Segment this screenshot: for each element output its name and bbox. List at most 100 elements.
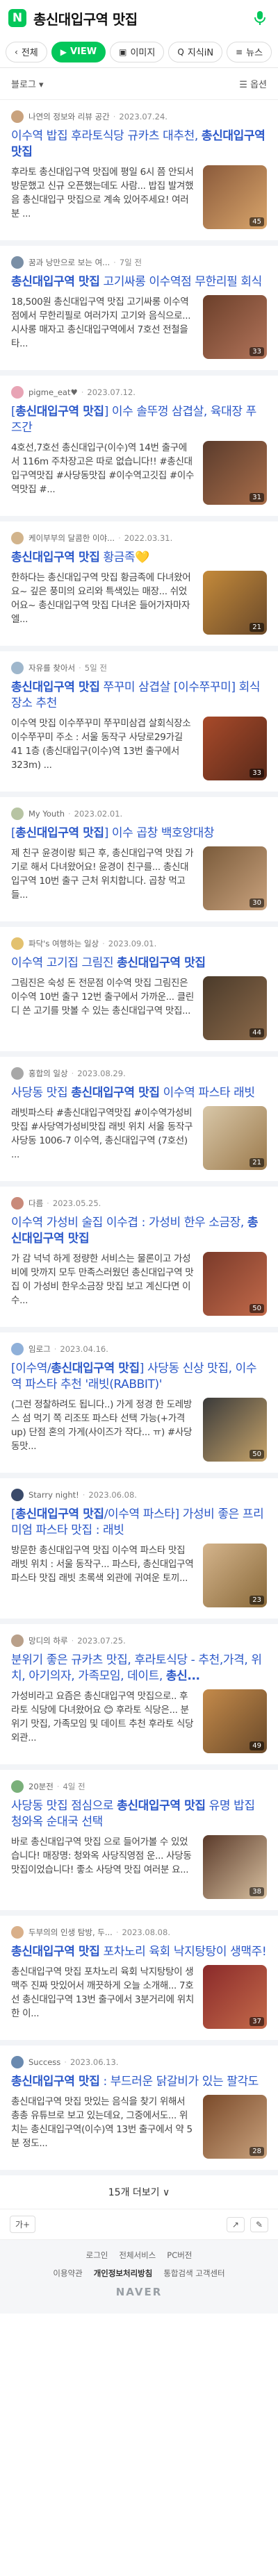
result-thumbnail[interactable]: 33 (203, 717, 267, 780)
author-avatar[interactable] (11, 256, 24, 269)
tab-지식in[interactable]: Q 지식iN (168, 41, 223, 62)
footer-link[interactable]: 로그인 (86, 2250, 108, 2261)
result-title[interactable]: 이수역 밥집 후라토식당 규카츠 대추천, 총신대입구역 맛집 (11, 128, 267, 160)
result-title[interactable]: 총신대입구역 맛집 황금족💛 (11, 550, 267, 566)
footer-link[interactable]: 전체서비스 (119, 2250, 156, 2261)
result-title[interactable]: 총신대입구역 맛집 포차노리 육회 낙지탕탕이 생맥주! (11, 1944, 267, 1960)
author-avatar[interactable] (11, 110, 24, 123)
blog-result-item[interactable]: 케이부부의 달콤한 이야... · 2022.03.31. 총신대입구역 맛집 황금족… (0, 521, 278, 651)
author-avatar[interactable] (11, 1634, 24, 1647)
result-thumbnail[interactable]: 37 (203, 1965, 267, 2029)
author-name[interactable]: Starry night! (28, 1490, 79, 1500)
result-snippet[interactable]: 바로 총신대입구역 맛집 으로 들어가볼 수 있었습니다! 매장명: 청와옥 사… (11, 1835, 195, 1891)
blog-result-item[interactable]: 꿈과 낭만으로 보는 여... · 7일 전 총신대입구역 맛집 고기싸롱 이수역점 … (0, 246, 278, 376)
author-name[interactable]: pigme_eat♥ (28, 387, 78, 397)
mic-icon[interactable] (250, 8, 270, 28)
blog-result-item[interactable]: 나연의 정보와 리뷰 공간 · 2023.07.24. 이수역 밥집 후라토식당 규카… (0, 100, 278, 246)
author-name[interactable]: 파닥's 여행하는 일상 (28, 938, 99, 949)
result-snippet[interactable]: 총신대입구역 맛집 맛있는 음식을 찾기 위해서 총총 유튜브로 보고 있는데요… (11, 2095, 195, 2150)
result-title[interactable]: 분위기 좋은 규카츠 맛집, 후라토식당 - 추천,가격, 위치, 아기의자, … (11, 1653, 267, 1684)
result-thumbnail[interactable]: 23 (203, 1544, 267, 1607)
blog-result-item[interactable]: 두부의의 인생 탐방, 두... · 2023.08.08. 총신대입구역 맛집 포차… (0, 1916, 278, 2046)
result-title[interactable]: 총신대입구역 맛집 고기싸롱 이수역점 무한리필 회식 (11, 274, 267, 290)
result-snippet[interactable]: 총신대입구역 맛집 포차노리 육회 낙지탕탕이 생맥주 진짜 맛있어서 깨끗하게… (11, 1965, 195, 2021)
result-thumbnail[interactable]: 45 (203, 165, 267, 229)
share-button[interactable]: ↗ (226, 2216, 245, 2232)
result-thumbnail[interactable]: 28 (203, 2095, 267, 2159)
result-title[interactable]: [총신대입구역 맛집/이수역 파스타] 가성비 좋은 프리미엄 파스타 맛집 :… (11, 1507, 267, 1539)
result-thumbnail[interactable]: 33 (203, 295, 267, 359)
options-button[interactable]: ☰ 옵션 (239, 77, 267, 90)
more-results-button[interactable]: 15개 더보기 ∨ (0, 2175, 278, 2209)
author-name[interactable]: 꿈과 낭만으로 보는 여... (28, 257, 110, 268)
footer-link[interactable]: 개인정보처리방침 (94, 2268, 153, 2279)
author-avatar[interactable] (11, 2056, 24, 2068)
author-avatar[interactable] (11, 386, 24, 399)
result-snippet[interactable]: 4호선,7호선 총신대입구(이수)역 14번 출구에서 116m 주차장고은 따… (11, 441, 195, 496)
result-title[interactable]: [총신대입구역 맛집] 이수 곱창 백호양대창 (11, 826, 267, 842)
result-snippet[interactable]: 후라토 총신대입구역 맛집에 평일 6시 쯤 안되서 방문했고 신규 오픈했는데… (11, 165, 195, 221)
result-title[interactable]: 사당동 맛집 총신대입구역 맛집 이수역 파스타 래빗 (11, 1085, 267, 1101)
result-snippet[interactable]: 제 친구 윤경이랑 퇴근 후, 총신대입구역 맛집 가기로 해서 다녀왔어요! … (11, 846, 195, 902)
blog-result-item[interactable]: 20분전 · 4일 전 사당동 맛집 점심으로 총신대입구역 맛집 유명 밥집 청와옥… (0, 1770, 278, 1916)
result-title[interactable]: 총신대입구역 맛집 쭈꾸미 삼겹살 [이수쭈꾸미] 회식장소 추천 (11, 680, 267, 712)
tab-이미지[interactable]: ▣ 이미지 (110, 41, 165, 62)
result-thumbnail[interactable]: 50 (203, 1398, 267, 1462)
result-snippet[interactable]: 가 감 넉넉 하게 정량한 서비스는 물론이고 가성비에 맛까지 모두 만족스러… (11, 1252, 195, 1307)
blog-result-item[interactable]: Starry night! · 2023.06.08. [총신대입구역 맛집/이수역 … (0, 1478, 278, 1624)
blog-result-item[interactable]: 망디의 하루 · 2023.07.25. 분위기 좋은 규카츠 맛집, 후라토식당 -… (0, 1624, 278, 1770)
blog-result-item[interactable]: 자유를 찾아서 · 5일 전 총신대입구역 맛집 쭈꾸미 삼겹살 [이수쭈꾸미] 회식… (0, 651, 278, 797)
result-snippet[interactable]: 18,500원 총신대입구역 맛집 고기싸롱 이수역점에서 무한리필로 여러가지… (11, 295, 195, 351)
author-name[interactable]: 케이부부의 달콤한 이야... (28, 533, 115, 544)
result-thumbnail[interactable]: 50 (203, 1252, 267, 1316)
result-thumbnail[interactable]: 44 (203, 976, 267, 1040)
blog-result-item[interactable]: 임로그 · 2023.04.16. [이수역/총신대입구역 맛집] 사당동 신상 맛집… (0, 1332, 278, 1478)
result-thumbnail[interactable]: 49 (203, 1689, 267, 1753)
result-thumbnail[interactable]: 21 (203, 1106, 267, 1170)
result-thumbnail[interactable]: 21 (203, 571, 267, 635)
result-snippet[interactable]: 가성비라고 요즘은 총신대입구역 맛집으로.. 후라토 식당에 다녀왔어요 😊 … (11, 1689, 195, 1745)
author-avatar[interactable] (11, 662, 24, 674)
edit-button[interactable]: ✎ (250, 2216, 268, 2232)
result-snippet[interactable]: 그림진은 숙성 돈 전문점 이수역 맛집 그림진은 이수역 10번 출구 12번… (11, 976, 195, 1032)
author-avatar[interactable] (11, 532, 24, 544)
result-snippet[interactable]: 한하다는 총신대입구역 맛집 황금족에 다녀왔어요~ 깊은 풍미의 요리와 특색… (11, 571, 195, 626)
author-avatar[interactable] (11, 1343, 24, 1355)
footer-link[interactable]: PC버전 (167, 2250, 192, 2261)
author-name[interactable]: 자유를 찾아서 (28, 662, 75, 674)
result-snippet[interactable]: 래빗파스타 #총신대입구역맛집 #이수역가성비맛집 #사당역가성비맛집 래빗 위… (11, 1106, 195, 1162)
author-avatar[interactable] (11, 937, 24, 950)
author-name[interactable]: 두부의의 인생 탐방, 두... (28, 1927, 113, 1938)
author-name[interactable]: 나연의 정보와 리뷰 공간 (28, 111, 110, 122)
author-name[interactable]: 망디의 하루 (28, 1635, 68, 1646)
footer-link[interactable]: 통합검색 고객센터 (163, 2268, 224, 2279)
result-title[interactable]: 총신대입구역 맛집 : 부드러운 닭갈비가 있는 팔각도 (11, 2074, 267, 2090)
author-avatar[interactable] (11, 1926, 24, 1939)
result-snippet[interactable]: 이수역 맛집 이수쭈꾸미 쭈꾸미삼겹 살회식장소 이수쭈꾸미 주소 : 서울 동… (11, 717, 195, 772)
blog-result-item[interactable]: Success · 2023.06.13. 총신대입구역 맛집 : 부드러운 닭갈비가… (0, 2046, 278, 2175)
blog-result-item[interactable]: 홍합의 일상 · 2023.08.29. 사당동 맛집 총신대입구역 맛집 이수역 파… (0, 1057, 278, 1187)
author-avatar[interactable] (11, 808, 24, 820)
result-title[interactable]: [이수역/총신대입구역 맛집] 사당동 신상 맛집, 이수역 파스타 추천 '래… (11, 1361, 267, 1393)
font-size-button[interactable]: 가+ (10, 2216, 36, 2233)
author-name[interactable]: 임로그 (28, 1344, 51, 1355)
author-name[interactable]: Success (28, 2057, 60, 2067)
result-snippet[interactable]: (그런 정찰하려도 됩니다..) 가게 정경 한 도레방스 섬 먹기 쪽 리조또… (11, 1398, 195, 1453)
author-name[interactable]: 20분전 (28, 1781, 54, 1792)
blog-result-item[interactable]: 파닥's 여행하는 일상 · 2023.09.01. 이수역 고기집 그림진 총신대입… (0, 927, 278, 1057)
result-thumbnail[interactable]: 31 (203, 441, 267, 505)
author-name[interactable]: 다름 (28, 1198, 43, 1209)
result-snippet[interactable]: 방문한 총신대입구역 맛집 이수역 파스타 맛집 래빗 위치 : 서울 동작구.… (11, 1544, 195, 1599)
blog-result-item[interactable]: My Youth · 2023.02.01. [총신대입구역 맛집] 이수 곱창 백호… (0, 797, 278, 927)
author-name[interactable]: 홍합의 일상 (28, 1068, 68, 1079)
blog-result-item[interactable]: pigme_eat♥ · 2023.07.12. [총신대입구역 맛집] 이수 솔뚜껑… (0, 376, 278, 521)
footer-link[interactable]: 이용약관 (53, 2268, 82, 2279)
search-query-text[interactable]: 총신대입구역 맛집 (33, 8, 250, 28)
author-avatar[interactable] (11, 1067, 24, 1080)
tab-view[interactable]: ▶ VIEW (51, 41, 106, 62)
author-avatar[interactable] (11, 1780, 24, 1793)
author-avatar[interactable] (11, 1197, 24, 1210)
result-thumbnail[interactable]: 38 (203, 1835, 267, 1899)
search-input[interactable]: 총신대입구역 맛집 (33, 8, 250, 28)
result-title[interactable]: [총신대입구역 맛집] 이수 솔뚜껑 삼겹살, 육대장 푸즈간 (11, 404, 267, 436)
